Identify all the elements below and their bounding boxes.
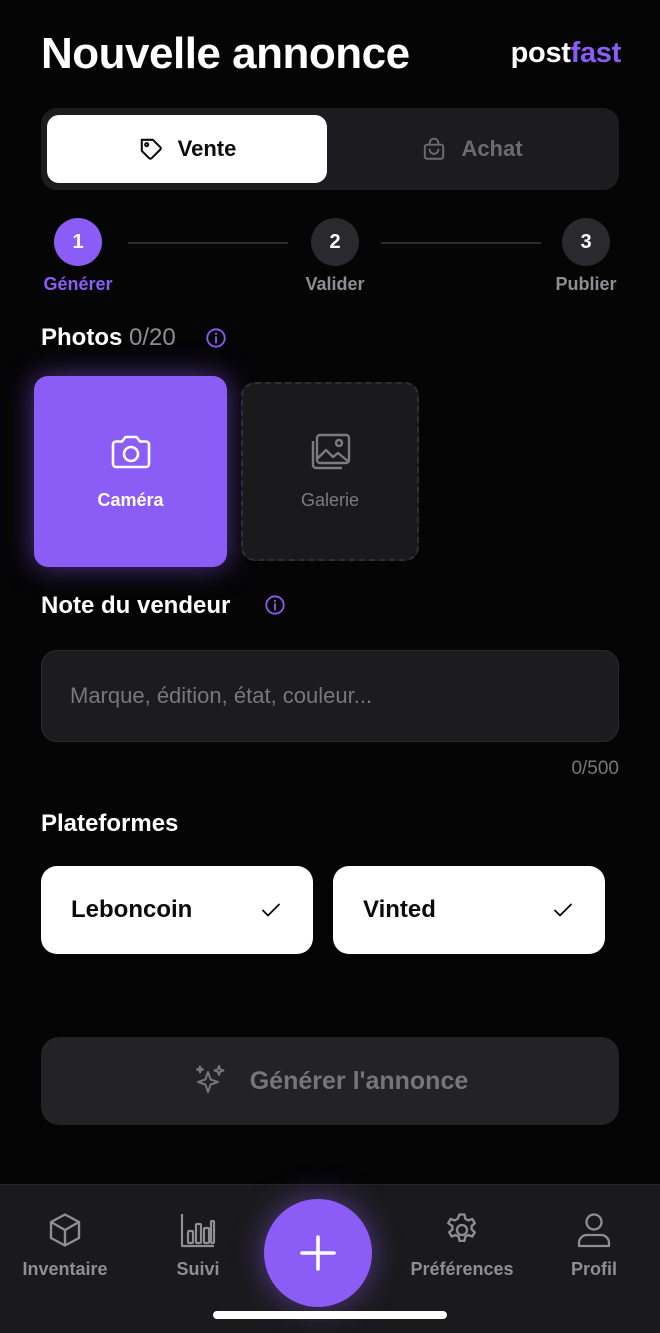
step-connector [128, 242, 288, 244]
tab-preferences[interactable]: Préférences [397, 1211, 527, 1280]
photos-count: 0/20 [129, 324, 176, 351]
tab-tracking[interactable]: Suivi [133, 1211, 263, 1280]
brand-logo-part1: post [510, 37, 571, 69]
plus-icon [300, 1235, 336, 1271]
photos-label: Photos 0/20 [41, 324, 176, 352]
tab-inventory-label: Inventaire [22, 1259, 108, 1279]
box-icon [49, 1213, 81, 1247]
tab-tracking-label: Suivi [176, 1259, 220, 1279]
page-title: Nouvelle annonce [41, 29, 410, 78]
progress-stepper: 1 Générer 2 Valider 3 Publier [0, 218, 660, 298]
platform-leboncoin-label: Leboncoin [71, 896, 193, 923]
step-1-circle: 1 [54, 218, 102, 266]
mode-sell-button[interactable]: Vente [47, 115, 327, 183]
tab-preferences-label: Préférences [410, 1259, 514, 1279]
header: Nouvelle annonce postfast [41, 28, 621, 80]
tab-inventory[interactable]: Inventaire [0, 1211, 130, 1280]
brand-logo: postfast [510, 36, 622, 70]
platforms-label: Plateformes [41, 810, 179, 837]
camera-button[interactable]: Caméra [34, 376, 227, 567]
note-label: Note du vendeur [41, 592, 231, 619]
mode-buy-button[interactable]: Achat [331, 115, 613, 183]
gallery-label: Galerie [300, 490, 360, 510]
gear-icon [447, 1213, 476, 1243]
camera-label: Caméra [97, 490, 164, 510]
camera-icon [111, 435, 150, 469]
photos-label-text: Photos [41, 324, 123, 351]
note-info-icon[interactable] [264, 594, 286, 616]
step-3-circle: 3 [562, 218, 610, 266]
gallery-icon [311, 433, 351, 470]
generate-listing-label: Générer l'annonce [249, 1066, 469, 1095]
gallery-button[interactable]: Galerie [241, 382, 419, 561]
generate-listing-button[interactable]: Générer l'annonce [41, 1037, 619, 1125]
step-1-label: Générer [43, 274, 113, 294]
add-listing-fab[interactable] [264, 1199, 372, 1307]
step-connector [381, 242, 541, 244]
check-icon [262, 903, 280, 917]
step-2-label: Valider [305, 274, 365, 294]
shopping-bag-icon [424, 137, 445, 160]
step-3-label: Publier [555, 274, 617, 294]
photos-info-icon[interactable] [205, 327, 227, 349]
mode-sell-label: Vente [177, 136, 237, 161]
step-2-circle: 2 [311, 218, 359, 266]
brand-logo-part2: fast [570, 37, 622, 69]
sparkles-icon [195, 1065, 225, 1093]
user-icon [577, 1213, 611, 1248]
tab-profile-label: Profil [570, 1259, 617, 1279]
tag-icon [140, 138, 162, 160]
note-char-counter: 0/500 [571, 758, 619, 779]
platform-leboncoin[interactable]: Leboncoin [41, 866, 313, 954]
platform-vinted-label: Vinted [363, 896, 436, 923]
bar-chart-icon [180, 1214, 216, 1248]
home-indicator [213, 1311, 447, 1319]
mode-buy-label: Achat [461, 136, 523, 161]
seller-note-input[interactable] [41, 650, 619, 742]
platform-vinted[interactable]: Vinted [333, 866, 605, 954]
mode-segmented-control: Vente Achat [41, 108, 619, 190]
tab-profile[interactable]: Profil [529, 1211, 659, 1280]
check-icon [554, 903, 572, 917]
